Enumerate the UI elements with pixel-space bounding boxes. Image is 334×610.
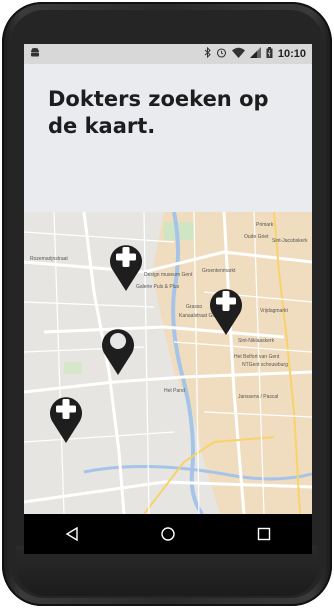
battery-icon — [266, 47, 273, 61]
status-time: 10:10 — [277, 48, 306, 60]
page-header: Dokters zoeken op de kaart. — [24, 64, 312, 212]
home-icon — [161, 527, 175, 541]
map-label: Het Belfort van Gent — [234, 354, 280, 360]
phone-screen: 10:10 Dokters zoeken op de kaart. Primar… — [24, 44, 312, 554]
status-bar: 10:10 — [24, 44, 312, 64]
status-icons: 10:10 — [204, 46, 306, 61]
current-location-marker[interactable] — [98, 324, 138, 376]
doctor-marker[interactable] — [206, 284, 246, 336]
android-icon — [30, 47, 40, 61]
recents-button[interactable] — [244, 514, 284, 554]
map-label: Primark — [256, 222, 274, 228]
map-view[interactable]: Primark Oude Griet Sint-Jacobskerk Groen… — [24, 212, 312, 514]
map-label: Design museum Gent — [144, 272, 193, 278]
map-label: Sint-Jacobskerk — [272, 238, 308, 244]
map-label: Oude Griet — [244, 234, 269, 240]
bluetooth-icon — [204, 46, 211, 61]
page-title: Dokters zoeken op de kaart. — [48, 87, 269, 138]
map-label: Grasso — [186, 304, 203, 310]
location-pin-icon — [110, 333, 126, 349]
alarm-icon — [216, 47, 227, 61]
map-label: Sint-Niklaaskerk — [238, 338, 275, 344]
map-label: Janssens / Pascal — [238, 394, 279, 400]
back-button[interactable] — [52, 514, 92, 554]
home-button[interactable] — [148, 514, 188, 554]
map-label: Rozemarijnstraat — [30, 256, 68, 262]
map-label: Vrijdagmarkt — [260, 308, 288, 314]
recents-icon — [257, 527, 271, 541]
map-label: Groentenmarkt — [202, 268, 236, 274]
back-icon — [65, 527, 78, 541]
signal-icon — [249, 47, 261, 61]
navigation-bar — [24, 514, 312, 554]
map-label: NTGent schouwburg — [242, 362, 288, 368]
doctor-marker[interactable] — [46, 392, 86, 444]
wifi-icon — [231, 47, 245, 61]
map-label: Het Pand — [164, 388, 185, 394]
doctor-marker[interactable] — [106, 240, 146, 292]
